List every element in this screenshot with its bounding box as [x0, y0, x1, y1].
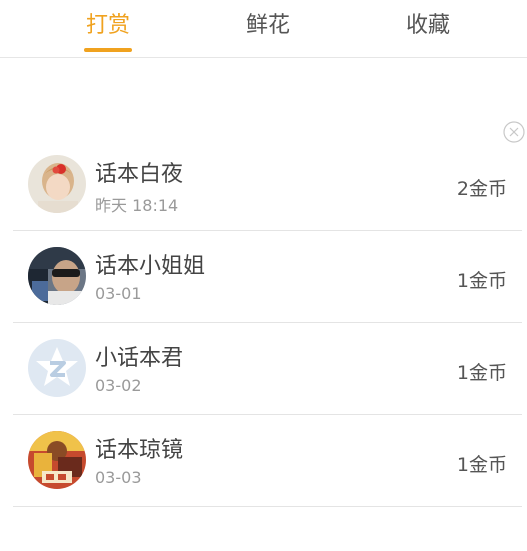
reward-time: 03-01: [95, 284, 142, 303]
reward-amount: 1金币: [456, 454, 507, 476]
reward-amount: 1金币: [456, 362, 507, 384]
reward-amount: 1金币: [456, 270, 507, 292]
list-item[interactable]: 话本琼镜 03-03 1金币: [13, 415, 522, 507]
user-name: 话本白夜: [95, 162, 184, 187]
reward-list: 话本白夜 昨天 18:14 2金币 话本小姐姐 03-01 1金币 小话本君 0…: [0, 139, 527, 507]
list-item[interactable]: 话本白夜 昨天 18:14 2金币: [13, 139, 522, 231]
active-tab-indicator: [84, 48, 132, 52]
list-item[interactable]: 话本小姐姐 03-01 1金币: [13, 231, 522, 323]
user-name: 话本琼镜: [95, 438, 184, 463]
tab-favorites[interactable]: 收藏: [378, 10, 478, 50]
reward-amount: 2金币: [456, 178, 507, 200]
list-item[interactable]: 小话本君 03-02 1金币: [13, 323, 522, 415]
book-cover-avatar[interactable]: [28, 431, 86, 489]
star-badge-avatar[interactable]: [28, 339, 86, 397]
photo-girl-avatar[interactable]: [28, 155, 86, 213]
user-name: 小话本君: [95, 346, 184, 371]
user-name: 话本小姐姐: [95, 254, 206, 279]
reward-time: 03-02: [95, 376, 142, 395]
reward-time: 昨天 18:14: [95, 196, 179, 215]
tab-bar: 打赏 鲜花 收藏: [0, 0, 527, 58]
tab-flowers[interactable]: 鲜花: [218, 10, 318, 50]
photo-sunglasses-avatar[interactable]: [28, 247, 86, 305]
tab-reward[interactable]: 打赏: [58, 10, 158, 50]
reward-time: 03-03: [95, 468, 142, 487]
reward-list-page: 打赏 鲜花 收藏 话本白夜 昨天 18:14 2金币 话本小姐姐 03-01 1…: [0, 0, 527, 551]
